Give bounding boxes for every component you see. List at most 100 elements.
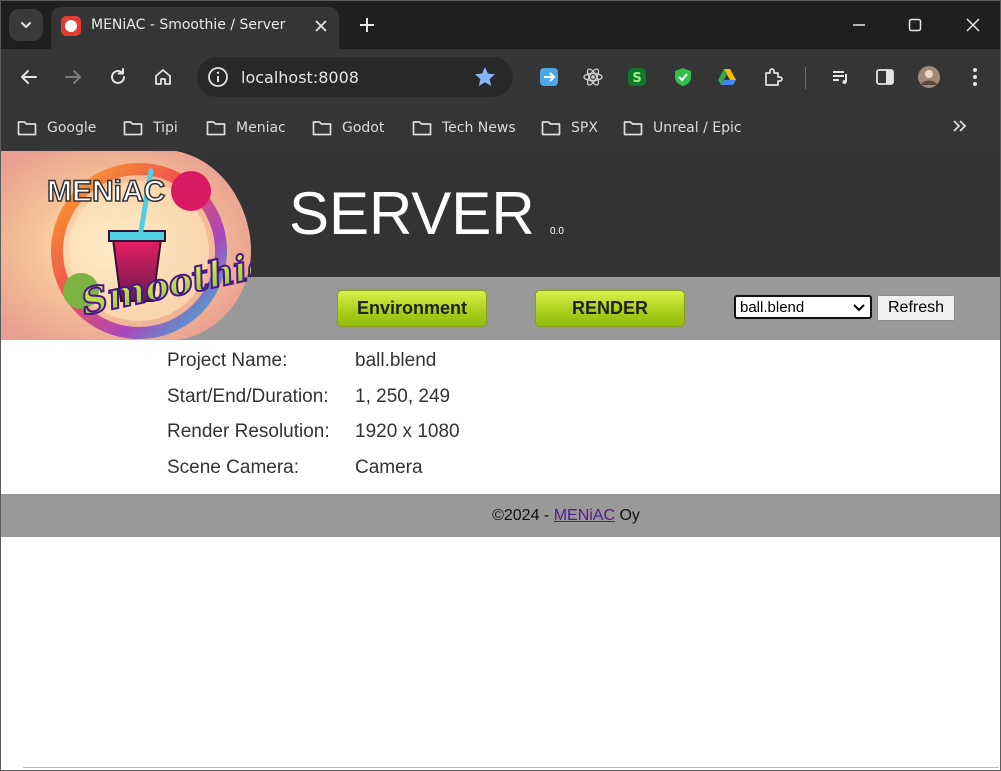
translate-icon [540, 68, 558, 86]
bookmark-label: SPX [571, 120, 598, 136]
translate-extension[interactable] [537, 65, 561, 89]
project-select[interactable]: ball.blend [734, 295, 872, 319]
smoothie-logo: MENiAC Smoothie [1, 151, 251, 340]
bookmark-label: Godot [342, 120, 385, 136]
bookmark-folder-spx[interactable]: SPX [541, 117, 598, 139]
info-label: Render Resolution: [167, 421, 330, 442]
footer: ©2024 - MENiAC Oy [1, 494, 1000, 537]
toolbar-separator [805, 67, 806, 89]
maximize-button[interactable] [893, 9, 937, 41]
side-panel-button[interactable] [873, 65, 897, 89]
close-icon [315, 20, 327, 32]
environment-button[interactable]: Environment [337, 290, 487, 327]
more-menu-button[interactable] [963, 65, 987, 89]
side-panel-icon [876, 69, 894, 85]
folder-icon [206, 121, 226, 136]
info-value: ball.blend [355, 350, 437, 371]
reload-button[interactable] [102, 61, 134, 93]
close-window-button[interactable] [951, 9, 995, 41]
active-tab[interactable]: MENiAC - Smoothie / Server [51, 7, 339, 49]
bookmark-folder-unreal-epic[interactable]: Unreal / Epic [623, 117, 742, 139]
copyright-text: ©2024 - [492, 507, 554, 524]
logo-text-top: MENiAC [47, 175, 165, 208]
shield-check-icon [675, 68, 691, 86]
page-content: MENiAC Smoothie SERVER 0.0 Environment R… [1, 151, 1000, 770]
chevron-down-icon [21, 22, 31, 28]
footer-text: ©2024 - MENiAC Oy [1, 507, 1000, 525]
forward-button[interactable] [57, 61, 89, 93]
meniac-link[interactable]: MENiAC [554, 507, 615, 524]
chevron-down-icon [853, 304, 865, 312]
s-extension[interactable]: S [625, 65, 649, 89]
more-menu-icon [973, 68, 977, 86]
tab-title: MENiAC - Smoothie / Server [91, 17, 286, 33]
folder-icon [541, 121, 561, 136]
info-value: Camera [355, 457, 423, 478]
maximize-icon [908, 18, 922, 32]
bookmark-label: Unreal / Epic [653, 120, 742, 136]
back-button[interactable] [13, 61, 45, 93]
drive-extension[interactable] [715, 65, 739, 89]
bookmark-star-icon[interactable] [473, 65, 497, 89]
info-icon[interactable] [207, 66, 229, 88]
tab-close-button[interactable] [309, 14, 333, 38]
puzzle-icon [765, 68, 783, 86]
bookmark-folder-tech-news[interactable]: Tech News [412, 117, 516, 139]
google-drive-icon [718, 69, 736, 85]
bookmark-folder-tipi[interactable]: Tipi [123, 117, 178, 139]
project-select-value: ball.blend [740, 298, 805, 316]
bookmarks-bar: Google Tipi Meniac Godot Tech News SPX U… [1, 105, 1000, 151]
company-suffix: Oy [615, 507, 640, 524]
bookmark-folder-google[interactable]: Google [17, 117, 96, 139]
info-label: Scene Camera: [167, 457, 300, 478]
folder-icon [623, 121, 643, 136]
render-button[interactable]: RENDER [535, 290, 685, 327]
bookmark-folder-meniac[interactable]: Meniac [206, 117, 286, 139]
media-queue-icon [833, 71, 847, 84]
page-title: SERVER [289, 180, 535, 247]
browser-window: MENiAC - Smoothie / Server localhost:800… [0, 0, 1001, 771]
reload-icon [111, 68, 125, 84]
arrow-left-icon [21, 70, 37, 84]
profile-avatar-icon [918, 66, 940, 88]
info-label: Project Name: [167, 350, 288, 371]
divider [23, 767, 999, 768]
home-icon [155, 69, 171, 85]
url-text[interactable]: localhost:8008 [241, 68, 359, 87]
arrow-right-icon [65, 70, 81, 84]
bookmark-label: Google [47, 120, 97, 136]
refresh-button[interactable]: Refresh [877, 295, 955, 321]
home-button[interactable] [147, 61, 179, 93]
minimize-icon [853, 24, 865, 26]
react-devtools-extension[interactable] [581, 65, 605, 89]
folder-icon [123, 121, 143, 136]
svg-text:S: S [632, 71, 641, 86]
folder-icon [412, 121, 432, 136]
folder-icon [312, 121, 332, 136]
tab-strip: MENiAC - Smoothie / Server [1, 1, 1000, 49]
avatar[interactable] [917, 65, 941, 89]
info-label: Start/End/Duration: [167, 386, 329, 407]
bookmark-label: Meniac [236, 120, 286, 136]
plus-icon [360, 18, 374, 32]
shield-extension[interactable] [671, 65, 695, 89]
info-value: 1920 x 1080 [355, 421, 460, 442]
more-bookmarks-button[interactable] [951, 117, 967, 140]
folder-icon [17, 121, 37, 136]
new-tab-button[interactable] [353, 11, 381, 39]
bookmark-label: Tech News [442, 120, 516, 136]
extensions-button[interactable] [761, 65, 785, 89]
close-icon [966, 18, 980, 32]
tab-search-button[interactable] [9, 9, 43, 41]
browser-toolbar: localhost:8008 S [1, 49, 1000, 105]
version-label: 0.0 [550, 226, 564, 237]
minimize-button[interactable] [837, 9, 881, 41]
bookmark-label: Tipi [153, 120, 178, 136]
address-bar[interactable]: localhost:8008 [197, 57, 513, 97]
bookmark-folder-godot[interactable]: Godot [312, 117, 384, 139]
info-value: 1, 250, 249 [355, 386, 451, 407]
media-queue-button[interactable] [829, 65, 853, 89]
app-favicon-icon [61, 16, 81, 36]
extension-s-icon: S [628, 68, 646, 86]
react-icon [583, 68, 603, 86]
